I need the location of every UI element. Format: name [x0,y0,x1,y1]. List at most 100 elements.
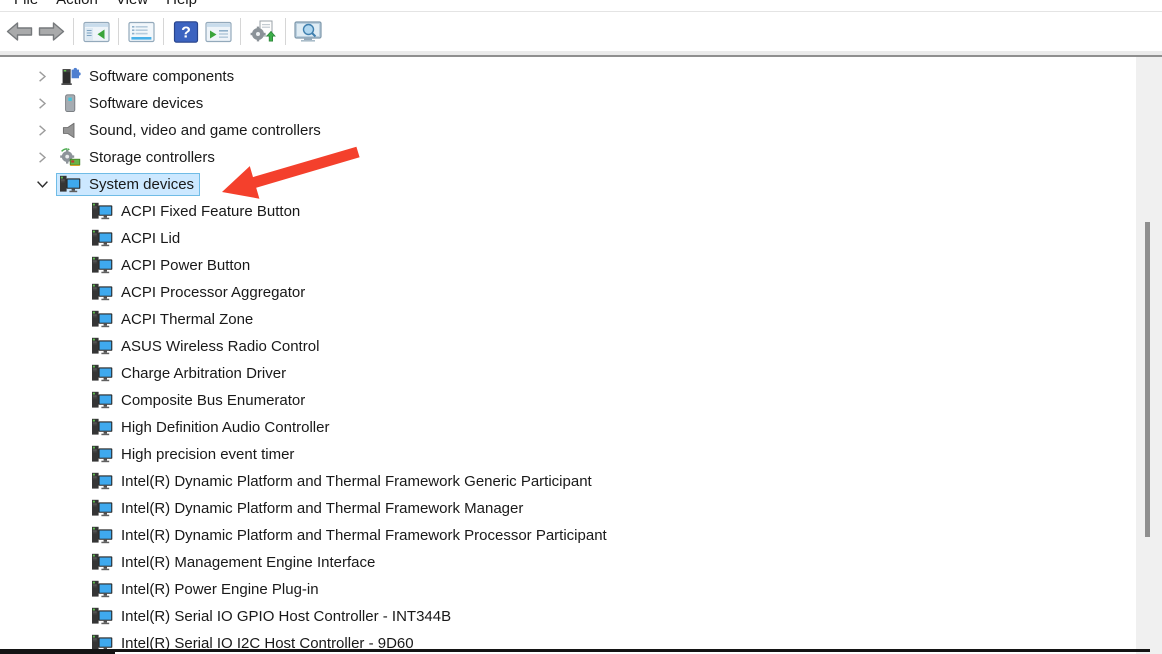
tree-item[interactable]: ACPI Thermal Zone [0,306,1162,333]
system-icon [91,526,113,545]
system-icon [91,256,113,275]
tree-item-label: Intel(R) Management Engine Interface [121,554,376,571]
system-icon [91,391,113,410]
tree-item-body[interactable]: ACPI Fixed Feature Button [88,200,306,223]
tree-item[interactable]: ACPI Fixed Feature Button [0,198,1162,225]
tree-item-body[interactable]: ACPI Thermal Zone [88,308,259,331]
tree-item-body[interactable]: High Definition Audio Controller [88,416,335,439]
tree-item[interactable]: Composite Bus Enumerator [0,387,1162,414]
chevron-right-icon[interactable] [34,150,50,166]
tree-item-body[interactable]: Charge Arbitration Driver [88,362,292,385]
scan-hardware-icon [249,20,277,44]
tree-item[interactable]: Storage controllers [0,144,1162,171]
system-icon [59,175,81,194]
tree-item-body[interactable]: Software devices [56,92,209,115]
menu-file[interactable]: File [5,0,47,8]
help-button[interactable]: ? [170,16,202,48]
tree-item-label: Charge Arbitration Driver [121,365,287,382]
console-tree-icon [82,21,110,43]
arrow-left-icon [5,20,34,43]
tree-item-body[interactable]: ACPI Lid [88,227,186,250]
tree-item-body[interactable]: ACPI Power Button [88,254,256,277]
tree-item[interactable]: High precision event timer [0,441,1162,468]
tree-item[interactable]: High Definition Audio Controller [0,414,1162,441]
chevron-right-icon[interactable] [34,123,50,139]
tree-item[interactable]: Intel(R) Serial IO GPIO Host Controller … [0,603,1162,630]
chevron-right-icon[interactable] [34,69,50,85]
content-area: Software components Software devices Sound… [0,57,1162,654]
storage-icon [59,148,81,167]
back-button[interactable] [3,16,35,48]
scan-hardware-changes-button[interactable] [247,16,279,48]
tree-item-body[interactable]: Storage controllers [56,146,221,169]
tree-item[interactable]: Charge Arbitration Driver [0,360,1162,387]
tree-item[interactable]: ACPI Power Button [0,252,1162,279]
tree-item[interactable]: Intel(R) Power Engine Plug-in [0,576,1162,603]
toolbar: ? [0,12,1162,51]
remote-search-button[interactable] [292,16,324,48]
system-icon [91,337,113,356]
menu-action[interactable]: Action [47,0,107,8]
tree-item-label: Intel(R) Dynamic Platform and Thermal Fr… [121,500,524,517]
tree-item[interactable]: Software devices [0,90,1162,117]
system-icon [91,283,113,302]
tree-item-body[interactable]: Intel(R) Dynamic Platform and Thermal Fr… [88,524,613,547]
tree-item-body[interactable]: ASUS Wireless Radio Control [88,335,325,358]
tree-item[interactable]: ACPI Processor Aggregator [0,279,1162,306]
menu-view[interactable]: View [107,0,157,8]
system-icon [91,580,113,599]
tree-item-label: ACPI Power Button [121,257,251,274]
menu-help[interactable]: Help [157,0,206,8]
tree-item-label: Storage controllers [89,149,215,166]
tree-item-label: Intel(R) Dynamic Platform and Thermal Fr… [121,473,592,490]
system-icon [91,553,113,572]
chevron-right-icon[interactable] [34,96,50,112]
action-pane-button[interactable] [202,16,234,48]
tree-item-body[interactable]: Software components [56,65,240,88]
system-icon [91,229,113,248]
tree-item-body[interactable]: ACPI Processor Aggregator [88,281,311,304]
software-components-icon [59,67,81,86]
properties-button[interactable] [125,16,157,48]
sound-icon [59,121,81,140]
tree-item-body[interactable]: Intel(R) Dynamic Platform and Thermal Fr… [88,470,598,493]
system-icon [91,310,113,329]
tree-item-body[interactable]: High precision event timer [88,443,300,466]
tree-item[interactable]: Intel(R) Dynamic Platform and Thermal Fr… [0,522,1162,549]
forward-button[interactable] [35,16,67,48]
tree-item[interactable]: Intel(R) Dynamic Platform and Thermal Fr… [0,468,1162,495]
tree-item-body[interactable]: Intel(R) Power Engine Plug-in [88,578,325,601]
tree-item-body[interactable]: Composite Bus Enumerator [88,389,311,412]
tree-item-label: ACPI Fixed Feature Button [121,203,301,220]
tree-item-label: Sound, video and game controllers [89,122,321,139]
help-icon: ? [173,20,199,43]
tree-item[interactable]: Intel(R) Management Engine Interface [0,549,1162,576]
tree-item[interactable]: Software components [0,63,1162,90]
properties-icon [127,21,155,43]
system-icon [91,418,113,437]
tree-item[interactable]: ACPI Lid [0,225,1162,252]
tree-item-label: System devices [89,176,195,193]
device-tree: Software components Software devices Sound… [0,57,1162,654]
menubar: FileActionViewHelp [0,0,1162,12]
tree-item-body[interactable]: Sound, video and game controllers [56,119,327,142]
show-console-tree-button[interactable] [80,16,112,48]
tree-item-body[interactable]: Intel(R) Management Engine Interface [88,551,381,574]
device-manager-window: FileActionViewHelp ? Software components… [0,0,1162,654]
tree-item[interactable]: Intel(R) Dynamic Platform and Thermal Fr… [0,495,1162,522]
system-icon [91,607,113,626]
scrollbar-thumb[interactable] [1145,222,1150,537]
tree-item[interactable]: ASUS Wireless Radio Control [0,333,1162,360]
chevron-down-icon[interactable] [34,177,50,193]
tree-item-body[interactable]: System devices [56,173,201,196]
vertical-scrollbar[interactable] [1136,57,1162,654]
system-icon [91,445,113,464]
tree-item-label: Intel(R) Dynamic Platform and Thermal Fr… [121,527,607,544]
tree-item-body[interactable]: Intel(R) Serial IO GPIO Host Controller … [88,605,457,628]
tree-item-label: Intel(R) Serial IO GPIO Host Controller … [121,608,452,625]
toolbar-separator [73,18,74,45]
tree-item-body[interactable]: Intel(R) Dynamic Platform and Thermal Fr… [88,497,529,520]
tree-item[interactable]: Sound, video and game controllers [0,117,1162,144]
tree-item[interactable]: System devices [0,171,1162,198]
monitor-search-icon [293,20,323,43]
